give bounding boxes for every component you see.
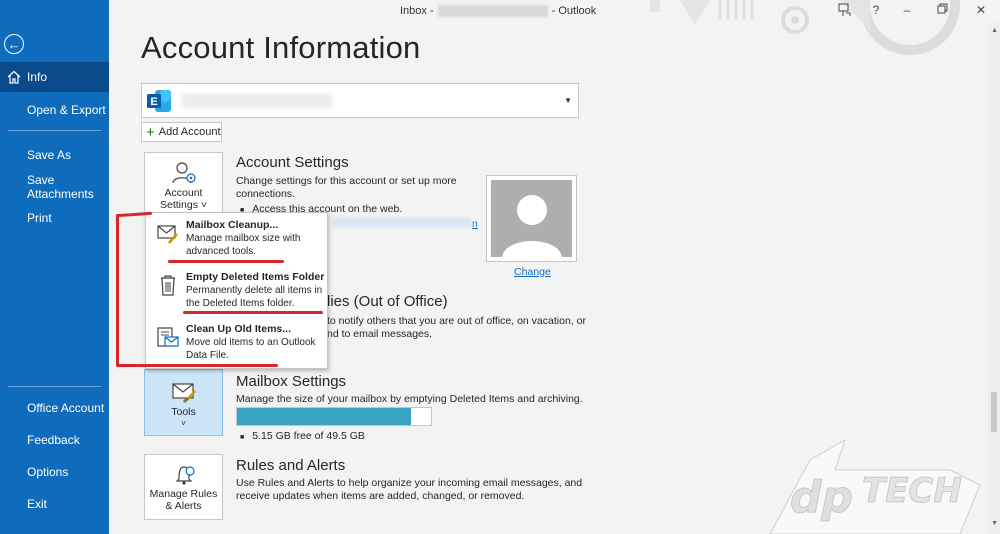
sidebar-item-label: Options <box>27 465 69 479</box>
sidebar-item-print[interactable]: Print <box>0 203 109 233</box>
manage-rules-label-2: & Alerts <box>165 500 202 512</box>
help-icon[interactable]: ? <box>867 3 885 19</box>
sidebar-divider <box>8 386 101 387</box>
account-settings-title: Account Settings <box>236 154 349 171</box>
close-icon[interactable]: ✕ <box>972 3 990 19</box>
sidebar-item-save-as[interactable]: Save As <box>0 140 109 170</box>
window-title: Inbox - - Outlook <box>400 5 596 17</box>
scroll-up-icon[interactable]: ▲ <box>991 27 998 34</box>
account-settings-label-2: Settings ˅ <box>160 199 207 211</box>
sidebar-item-office-account[interactable]: Office Account <box>0 393 109 423</box>
sidebar-divider <box>8 130 101 131</box>
tools-button[interactable]: Tools ˅ <box>144 369 223 436</box>
exchange-icon: E <box>147 90 171 112</box>
manage-rules-button[interactable]: Manage Rules & Alerts <box>144 454 223 520</box>
scroll-thumb[interactable] <box>991 392 997 432</box>
sidebar-item-label: Office Account <box>27 401 105 415</box>
automatic-replies-title: lies (Out of Office) <box>327 293 448 310</box>
trash-icon <box>161 275 175 296</box>
menu-item-title: Clean Up Old Items... <box>186 323 292 335</box>
sidebar-item-label: Info <box>27 70 48 84</box>
sidebar-item-options[interactable]: Options <box>0 457 109 487</box>
change-photo-link[interactable]: Change <box>514 266 551 279</box>
mailbox-usage-fill <box>237 408 411 425</box>
back-arrow-icon[interactable]: ← <box>4 34 24 54</box>
sidebar-item-label: Save As <box>27 148 72 162</box>
sidebar-item-label: Open & Export <box>27 103 106 117</box>
annotation-underline-2 <box>183 311 323 314</box>
menu-item-empty-deleted[interactable]: Empty Deleted Items Folder Permanently d… <box>146 265 327 317</box>
svg-text:TECH: TECH <box>862 471 962 511</box>
tools-dropdown-menu: Mailbox Cleanup... Manage mailbox size w… <box>145 212 328 369</box>
profile-photo <box>486 175 577 262</box>
owa-link-row[interactable]: n <box>332 218 482 231</box>
sidebar-item-info[interactable]: Info <box>0 62 109 92</box>
account-settings-icon <box>171 162 196 184</box>
rules-alerts-title: Rules and Alerts <box>236 457 346 474</box>
mailbox-settings-desc: Manage the size of your mailbox by empty… <box>236 393 583 405</box>
mailbox-usage-row: ■ 5.15 GB free of 49.5 GB <box>240 430 365 442</box>
manage-rules-label-1: Manage Rules <box>149 488 218 500</box>
redacted-account-name <box>182 94 332 108</box>
chevron-down-icon: ˅ <box>181 419 186 428</box>
tools-icon <box>171 383 196 404</box>
sidebar-item-open-export[interactable]: Open & Export <box>0 95 109 125</box>
menu-item-clean-up-old[interactable]: Clean Up Old Items... Move old items to … <box>146 317 327 369</box>
plus-icon: + <box>146 123 155 141</box>
annotation-underline-1 <box>168 260 284 263</box>
person-placeholder-icon <box>502 195 562 257</box>
sidebar-item-label: Print <box>27 211 52 225</box>
chevron-down-icon: ▼ <box>564 96 572 105</box>
menu-item-title: Mailbox Cleanup... <box>186 219 279 231</box>
mailbox-usage-text: 5.15 GB free of 49.5 GB <box>252 430 365 442</box>
svg-text:dp: dp <box>790 472 853 523</box>
scroll-down-icon[interactable]: ▼ <box>991 520 998 527</box>
account-selector[interactable]: E ▼ <box>141 83 579 118</box>
add-account-label: Add Account <box>158 126 221 138</box>
automatic-replies-desc-2: nd to email messages. <box>327 328 433 340</box>
menu-item-desc: Manage mailbox size with advanced tools. <box>186 233 301 257</box>
redacted-link <box>332 218 472 227</box>
add-account-button[interactable]: + Add Account <box>141 122 222 142</box>
sidebar-item-label: Feedback <box>27 433 80 447</box>
window-title-suffix: - Outlook <box>551 5 597 17</box>
coauthor-icon[interactable] <box>836 3 854 19</box>
account-settings-button[interactable]: Account Settings ˅ <box>144 152 223 214</box>
menu-item-mailbox-cleanup[interactable]: Mailbox Cleanup... Manage mailbox size w… <box>146 213 327 265</box>
title-bar: Inbox - - Outlook ? – ✕ <box>109 0 1000 22</box>
automatic-replies-desc-1: to notify others that you are out of off… <box>327 315 586 327</box>
tools-label: Tools <box>171 406 196 418</box>
minimize-icon[interactable]: – <box>898 3 916 19</box>
window-title-prefix: Inbox - <box>400 5 434 17</box>
menu-item-desc: Permanently delete all items in the Dele… <box>186 285 323 309</box>
sidebar-item-save-attachments[interactable]: Save Attachments <box>0 172 109 202</box>
redacted-account <box>437 5 548 17</box>
restore-icon[interactable] <box>934 3 952 19</box>
page-title: Account Information <box>141 30 421 65</box>
account-settings-desc: Change settings for this account or set … <box>236 175 457 200</box>
archive-icon <box>157 327 179 347</box>
menu-item-desc: Move old items to an Outlook Data File. <box>186 337 316 361</box>
watermark-logo: dp TECH <box>769 438 981 534</box>
account-settings-label-1: Account <box>164 187 203 199</box>
sidebar-item-exit[interactable]: Exit <box>0 489 109 519</box>
rules-alerts-icon <box>175 466 195 485</box>
sidebar-item-label: Exit <box>27 497 48 511</box>
vertical-scrollbar[interactable] <box>988 22 1000 534</box>
annotation-underline-3 <box>162 364 278 367</box>
sidebar-item-label: Save Attachments <box>27 173 94 201</box>
rules-alerts-desc: Use Rules and Alerts to help organize yo… <box>236 477 583 502</box>
menu-item-title: Empty Deleted Items Folder <box>186 271 325 283</box>
mailbox-usage-bar <box>236 407 432 426</box>
mailbox-cleanup-icon <box>157 225 178 244</box>
svg-text:E: E <box>150 96 157 108</box>
mailbox-settings-title: Mailbox Settings <box>236 373 347 390</box>
sidebar-item-feedback[interactable]: Feedback <box>0 425 109 455</box>
owa-link-tail[interactable]: n <box>472 218 478 230</box>
annotation-bracket-left <box>116 214 119 366</box>
backstage-sidebar: ← Info Open & Export Save As Save Attach… <box>0 0 109 534</box>
home-icon <box>7 70 21 84</box>
annotation-bracket-bottom <box>116 364 166 367</box>
